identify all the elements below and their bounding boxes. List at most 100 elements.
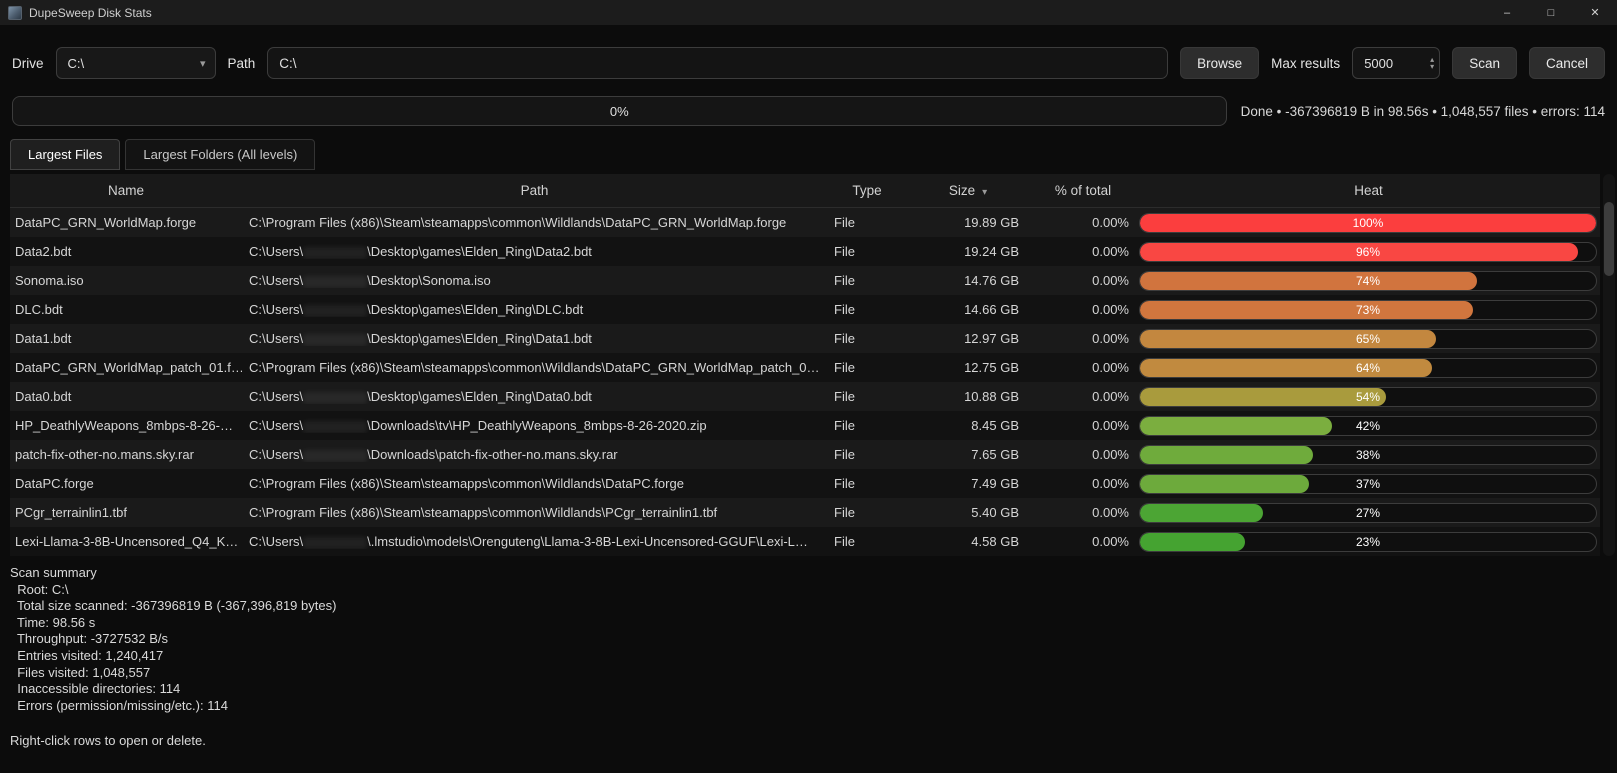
column-header-heat[interactable]: Heat <box>1137 183 1600 198</box>
heat-bar-label: 100% <box>1352 215 1384 230</box>
cell-name: DataPC.forge <box>15 476 94 491</box>
cell-size: 19.89 GB <box>964 215 1019 230</box>
spinner-arrows: ▴ ▾ <box>1430 56 1434 71</box>
cell-name: Data1.bdt <box>15 331 72 346</box>
path-text: C:\Users\ <box>249 302 304 317</box>
cell-percent: 0.00% <box>1092 476 1129 491</box>
scan-button[interactable]: Scan <box>1452 47 1517 79</box>
maximize-button[interactable]: □ <box>1529 0 1573 25</box>
table-row[interactable]: Sonoma.iso C:\Users\ \Desktop\Sonoma.iso Fi… <box>10 266 1600 295</box>
cancel-button[interactable]: Cancel <box>1528 47 1605 79</box>
table-row[interactable]: Data2.bdt C:\Users\ \Desktop\games\Elden_R… <box>10 237 1600 266</box>
cell-percent: 0.00% <box>1092 389 1129 404</box>
cell-size: 12.75 GB <box>964 360 1019 375</box>
cell-name: Sonoma.iso <box>15 273 84 288</box>
heat-bar: 74% <box>1139 270 1597 291</box>
drive-value: C:\ <box>67 55 85 71</box>
table-row[interactable]: Lexi-Llama-3-8B-Uncensored_Q4_K… C:\Users… <box>10 527 1600 556</box>
table-row[interactable]: Data1.bdt C:\Users\ \Desktop\games\Elden_R… <box>10 324 1600 353</box>
redacted-username <box>303 391 368 404</box>
cell-name: HP_DeathlyWeapons_8mbps-8-26-… <box>15 418 233 433</box>
cell-percent: 0.00% <box>1092 215 1129 230</box>
cell-percent: 0.00% <box>1092 244 1129 259</box>
column-header-path[interactable]: Path <box>242 183 827 198</box>
table-row[interactable]: HP_DeathlyWeapons_8mbps-8-26-… C:\Users\ \… <box>10 411 1600 440</box>
cell-heat: 74% <box>1137 270 1600 291</box>
cell-type: File <box>834 534 855 549</box>
cell-heat: 100% <box>1137 212 1600 233</box>
cell-size: 7.49 GB <box>971 476 1019 491</box>
cell-size: 8.45 GB <box>971 418 1019 433</box>
table-wrap: Name Path Type Size ▾ % of total Heat Dat… <box>10 174 1615 556</box>
path-text: C:\Users\ <box>249 389 304 404</box>
chevron-down-icon: ▾ <box>199 57 206 70</box>
browse-button[interactable]: Browse <box>1180 47 1260 79</box>
heat-bar-label: 64% <box>1355 360 1381 375</box>
redacted-username <box>303 333 368 346</box>
cell-size: 14.66 GB <box>964 302 1019 317</box>
minimize-button[interactable]: – <box>1485 0 1529 25</box>
cell-name: DataPC_GRN_WorldMap.forge <box>15 215 197 230</box>
summary-line: Total size scanned: -367396819 B (-367,3… <box>10 598 337 614</box>
column-header-name[interactable]: Name <box>10 183 242 198</box>
progress-bar: 0% <box>12 96 1227 126</box>
path-text: C:\Users\ <box>249 331 304 346</box>
cell-path: C:\Users\ \Desktop\games\Elden_Ring\Data1… <box>242 331 827 346</box>
table-row[interactable]: Data0.bdt C:\Users\ \Desktop\games\Elden_R… <box>10 382 1600 411</box>
cell-type: File <box>834 215 855 230</box>
summary-line: Time: 98.56 s <box>10 614 96 630</box>
vertical-scrollbar[interactable] <box>1603 174 1615 556</box>
tab-largest-folders[interactable]: Largest Folders (All levels) <box>125 139 316 170</box>
path-text: \Desktop\games\Elden_Ring\Data1.bdt <box>367 331 592 346</box>
heat-bar: 96% <box>1139 241 1597 262</box>
progress-percent: 0% <box>609 103 629 119</box>
window-title: DupeSweep Disk Stats <box>29 5 152 20</box>
max-results-spinner[interactable]: 5000 ▴ ▾ <box>1352 47 1441 79</box>
path-input[interactable] <box>267 47 1169 79</box>
path-text: C:\Program Files (x86)\Steam\steamapps\c… <box>249 505 718 520</box>
table-row[interactable]: DataPC_GRN_WorldMap.forge C:\Program File… <box>10 208 1600 237</box>
cell-path: C:\Users\ \Downloads\patch-fix-other-no.m… <box>242 447 827 462</box>
cell-type: File <box>834 273 855 288</box>
path-text: C:\Program Files (x86)\Steam\steamapps\c… <box>249 215 787 230</box>
spin-down-icon[interactable]: ▾ <box>1430 63 1434 71</box>
redacted-username <box>303 304 368 317</box>
table-row[interactable]: DataPC_GRN_WorldMap_patch_01.f… C:\Progra… <box>10 353 1600 382</box>
redacted-username <box>303 246 368 259</box>
cell-heat: 64% <box>1137 357 1600 378</box>
cell-name: DLC.bdt <box>15 302 63 317</box>
cell-path: C:\Users\ \Desktop\games\Elden_Ring\DLC.b… <box>242 302 827 317</box>
table-row[interactable]: patch-fix-other-no.mans.sky.rar C:\Users\… <box>10 440 1600 469</box>
table-header: Name Path Type Size ▾ % of total Heat <box>10 174 1600 208</box>
column-header-size[interactable]: Size ▾ <box>907 183 1029 198</box>
table-row[interactable]: DataPC.forge C:\Program Files (x86)\Steam… <box>10 469 1600 498</box>
column-header-type[interactable]: Type <box>827 183 907 198</box>
path-text: \.lmstudio\models\Orenguteng\Llama-3-8B-… <box>367 534 808 549</box>
table-row[interactable]: DLC.bdt C:\Users\ \Desktop\games\Elden_Rin… <box>10 295 1600 324</box>
cell-size: 5.40 GB <box>971 505 1019 520</box>
table-row[interactable]: PCgr_terrainlin1.tbf C:\Program Files (x8… <box>10 498 1600 527</box>
cell-size: 12.97 GB <box>964 331 1019 346</box>
path-text: \Downloads\patch-fix-other-no.mans.sky.r… <box>367 447 618 462</box>
cell-heat: 54% <box>1137 386 1600 407</box>
path-text: \Desktop\Sonoma.iso <box>367 273 491 288</box>
drive-label: Drive <box>12 55 44 71</box>
cell-path: C:\Users\ \.lmstudio\models\Orenguteng\Ll… <box>242 534 827 549</box>
tab-largest-files[interactable]: Largest Files <box>10 139 121 170</box>
toolbar: Drive C:\ ▾ Path Browse Max results 5000… <box>12 47 1605 79</box>
heat-bar: 37% <box>1139 473 1597 494</box>
column-header-percent[interactable]: % of total <box>1029 183 1137 198</box>
path-text: C:\Users\ <box>249 447 304 462</box>
redacted-username <box>303 275 368 288</box>
cell-path: C:\Users\ \Desktop\Sonoma.iso <box>242 273 827 288</box>
redacted-username <box>303 449 368 462</box>
path-label: Path <box>227 55 256 71</box>
scrollbar-thumb[interactable] <box>1604 202 1614 276</box>
redacted-username <box>303 536 368 549</box>
close-button[interactable]: ✕ <box>1573 0 1617 25</box>
cell-heat: 37% <box>1137 473 1600 494</box>
drive-select[interactable]: C:\ ▾ <box>55 47 216 79</box>
path-text: C:\Program Files (x86)\Steam\steamapps\c… <box>249 476 684 491</box>
cell-size: 19.24 GB <box>964 244 1019 259</box>
cell-percent: 0.00% <box>1092 418 1129 433</box>
